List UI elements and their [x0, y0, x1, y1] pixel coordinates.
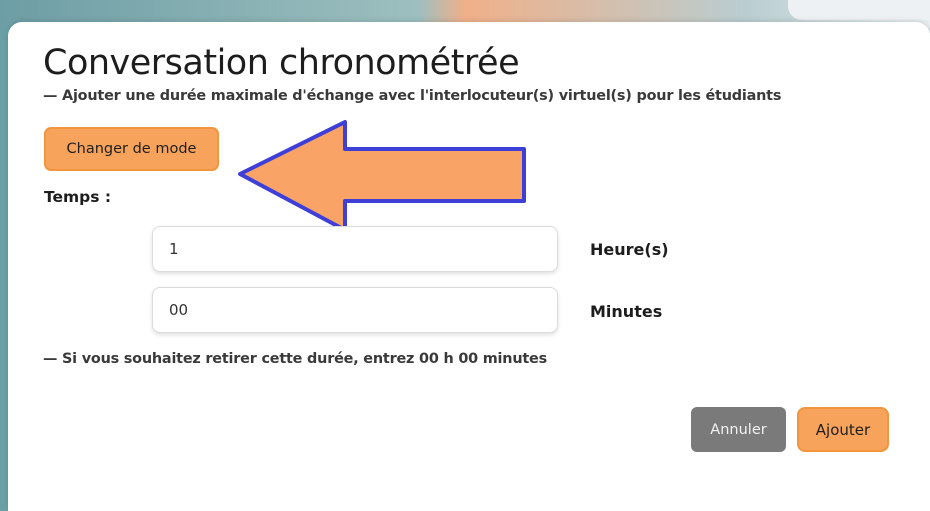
minutes-input[interactable]: [152, 287, 558, 333]
hours-input[interactable]: [152, 226, 558, 272]
remove-duration-hint: — Si vous souhaitez retirer cette durée,…: [43, 351, 547, 367]
change-mode-button[interactable]: Changer de mode: [44, 127, 219, 171]
hours-unit-label: Heure(s): [590, 240, 669, 259]
dialog-subtitle: — Ajouter une durée maximale d'échange a…: [43, 88, 782, 104]
time-label: Temps :: [44, 188, 112, 206]
left-arrow-icon: [238, 120, 526, 232]
background-card: [788, 0, 930, 20]
dialog-title: Conversation chronométrée: [43, 43, 520, 83]
cancel-button[interactable]: Annuler: [691, 407, 786, 452]
add-button[interactable]: Ajouter: [797, 407, 889, 452]
minutes-unit-label: Minutes: [590, 302, 663, 321]
